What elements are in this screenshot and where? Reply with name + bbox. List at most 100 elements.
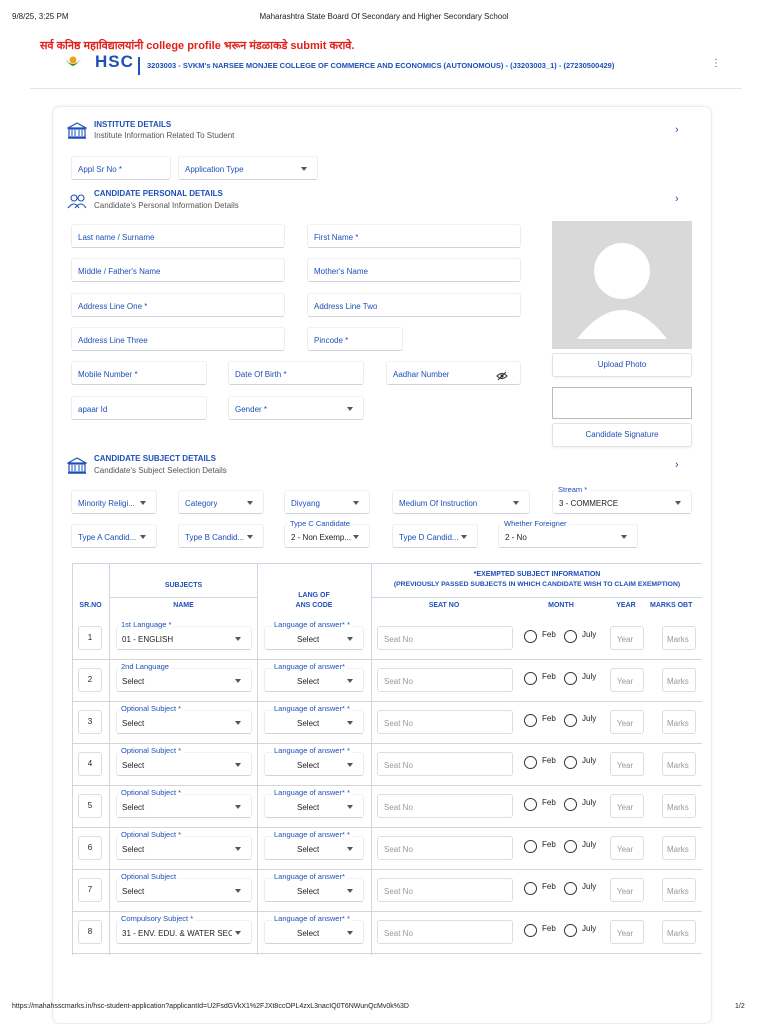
marks-input[interactable]: Marks	[662, 668, 696, 692]
medium-of-instruction-select[interactable]: Medium Of Instruction	[392, 490, 530, 514]
year-input[interactable]: Year	[610, 794, 644, 818]
marks-input[interactable]: Marks	[662, 626, 696, 650]
feb-radio[interactable]	[524, 756, 537, 769]
language-of-answer-select[interactable]: Select	[264, 752, 364, 776]
year-input[interactable]: Year	[610, 878, 644, 902]
subject-select[interactable]: 01 - ENGLISH	[116, 626, 252, 650]
july-radio[interactable]	[564, 630, 577, 643]
application-type-select[interactable]: Application Type	[178, 156, 318, 180]
july-label: July	[582, 714, 597, 723]
appl-sr-no-field[interactable]: Appl Sr No *	[71, 156, 171, 180]
year-input[interactable]: Year	[610, 836, 644, 860]
subject-select[interactable]: Select	[116, 668, 252, 692]
first-name-field[interactable]: First Name *	[307, 224, 521, 248]
subject-label: Optional Subject *	[119, 746, 184, 755]
table-border	[72, 563, 73, 955]
july-radio[interactable]	[564, 672, 577, 685]
more-menu-icon[interactable]: ⋮	[711, 58, 721, 69]
july-radio[interactable]	[564, 714, 577, 727]
subject-details-title: CANDIDATE SUBJECT DETAILS	[94, 454, 216, 463]
feb-radio[interactable]	[524, 798, 537, 811]
aadhar-number-field[interactable]: Aadhar Number	[386, 361, 521, 385]
language-of-answer-select[interactable]: Select	[264, 626, 364, 650]
july-radio[interactable]	[564, 798, 577, 811]
seat-no-input[interactable]: Seat No	[377, 836, 513, 860]
address-line-two-field[interactable]: Address Line Two	[307, 293, 521, 317]
marks-input[interactable]: Marks	[662, 878, 696, 902]
divyang-select[interactable]: Divyang	[284, 490, 370, 514]
july-radio[interactable]	[564, 924, 577, 937]
type-b-candidate-select[interactable]: Type B Candid...	[178, 524, 264, 548]
seat-no-input[interactable]: Seat No	[377, 752, 513, 776]
language-of-answer-select[interactable]: Select	[264, 794, 364, 818]
july-label: July	[582, 882, 597, 891]
seat-no-input[interactable]: Seat No	[377, 626, 513, 650]
seat-no-input[interactable]: Seat No	[377, 668, 513, 692]
row-divider	[72, 869, 702, 870]
minority-religion-select[interactable]: Minority Religi...	[71, 490, 157, 514]
address-line-one-field[interactable]: Address Line One *	[71, 293, 285, 317]
row-sr-no: 5	[78, 794, 102, 818]
language-of-answer-label: Language of answer* *	[272, 788, 352, 797]
row-divider	[72, 701, 702, 702]
type-d-candidate-select[interactable]: Type D Candid...	[392, 524, 478, 548]
subject-select[interactable]: Select	[116, 878, 252, 902]
language-of-answer-select[interactable]: Select	[264, 836, 364, 860]
feb-radio[interactable]	[524, 630, 537, 643]
chevron-down-icon	[347, 805, 353, 809]
seat-no-input[interactable]: Seat No	[377, 878, 513, 902]
year-input[interactable]: Year	[610, 626, 644, 650]
marks-input[interactable]: Marks	[662, 710, 696, 734]
feb-label: Feb	[542, 798, 556, 807]
institute-expand-icon[interactable]: ›	[675, 124, 679, 136]
subject-select[interactable]: Select	[116, 710, 252, 734]
subject-select[interactable]: Select	[116, 794, 252, 818]
category-select[interactable]: Category	[178, 490, 264, 514]
marks-input[interactable]: Marks	[662, 794, 696, 818]
subject-select[interactable]: Select	[116, 752, 252, 776]
last-name-field[interactable]: Last name / Surname	[71, 224, 285, 248]
july-radio[interactable]	[564, 756, 577, 769]
year-input[interactable]: Year	[610, 920, 644, 944]
date-of-birth-field[interactable]: Date Of Birth *	[228, 361, 364, 385]
row-sr-no: 6	[78, 836, 102, 860]
language-of-answer-select[interactable]: Select	[264, 920, 364, 944]
header-seat-no: SEAT NO	[428, 602, 460, 609]
mother-name-field[interactable]: Mother's Name	[307, 258, 521, 282]
july-radio[interactable]	[564, 840, 577, 853]
pincode-field[interactable]: Pincode *	[307, 327, 403, 351]
language-of-answer-select[interactable]: Select	[264, 878, 364, 902]
marks-input[interactable]: Marks	[662, 920, 696, 944]
subject-select[interactable]: Select	[116, 836, 252, 860]
eye-off-icon[interactable]	[496, 368, 508, 386]
subject-details-expand-icon[interactable]: ›	[675, 459, 679, 471]
feb-radio[interactable]	[524, 924, 537, 937]
language-of-answer-select[interactable]: Select	[264, 668, 364, 692]
subject-select[interactable]: 31 - ENV. EDU. & WATER SEC...	[116, 920, 252, 944]
apaar-id-field[interactable]: apaar Id	[71, 396, 207, 420]
address-line-three-field[interactable]: Address Line Three	[71, 327, 285, 351]
subject-label: Optional Subject *	[119, 788, 184, 797]
middle-name-field[interactable]: Middle / Father's Name	[71, 258, 285, 282]
year-input[interactable]: Year	[610, 752, 644, 776]
feb-radio[interactable]	[524, 840, 537, 853]
marks-input[interactable]: Marks	[662, 836, 696, 860]
upload-photo-button[interactable]: Upload Photo	[552, 353, 692, 377]
mobile-number-field[interactable]: Mobile Number *	[71, 361, 207, 385]
seat-no-input[interactable]: Seat No	[377, 794, 513, 818]
july-radio[interactable]	[564, 882, 577, 895]
marks-input[interactable]: Marks	[662, 752, 696, 776]
personal-expand-icon[interactable]: ›	[675, 193, 679, 205]
type-a-candidate-select[interactable]: Type A Candid...	[71, 524, 157, 548]
feb-radio[interactable]	[524, 672, 537, 685]
feb-radio[interactable]	[524, 882, 537, 895]
candidate-signature-button[interactable]: Candidate Signature	[552, 423, 692, 447]
gender-select[interactable]: Gender *	[228, 396, 364, 420]
year-input[interactable]: Year	[610, 668, 644, 692]
seat-no-input[interactable]: Seat No	[377, 710, 513, 734]
year-input[interactable]: Year	[610, 710, 644, 734]
feb-radio[interactable]	[524, 714, 537, 727]
language-of-answer-select[interactable]: Select	[264, 710, 364, 734]
seat-no-input[interactable]: Seat No	[377, 920, 513, 944]
chevron-down-icon	[347, 931, 353, 935]
